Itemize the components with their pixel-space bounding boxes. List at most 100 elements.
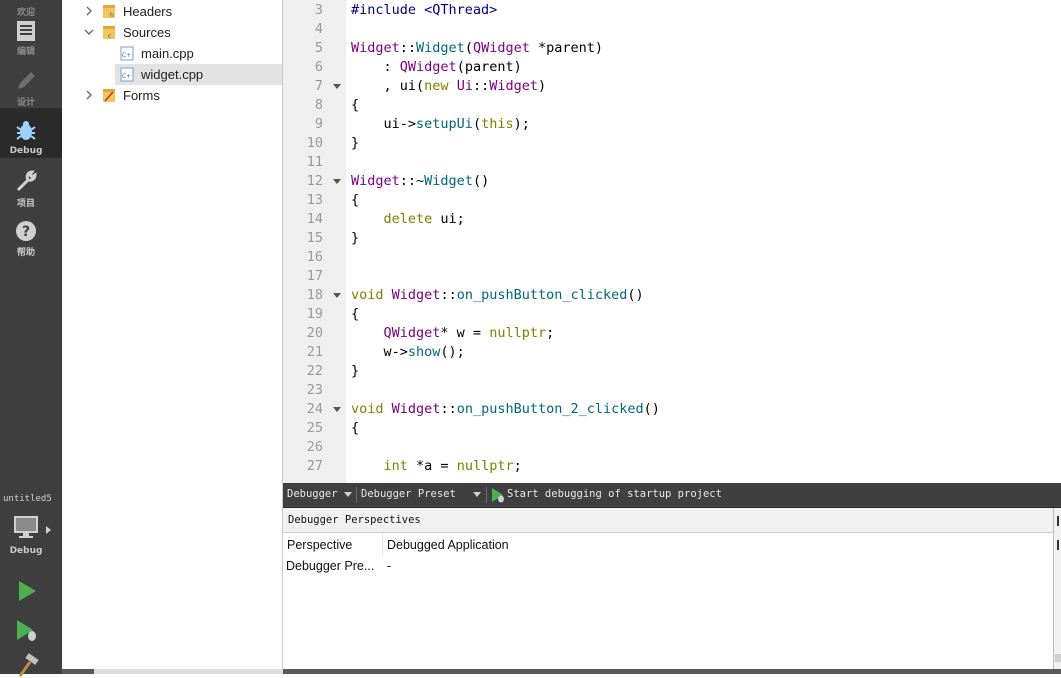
- code-token: ui;: [432, 211, 465, 227]
- debugger-perspectives-panel: Debugger Perspectives Perspective Debugg…: [283, 508, 1053, 669]
- code-line[interactable]: , ui(new Ui::Widget): [351, 77, 547, 96]
- debugger-preset-key: Debugger Pre...: [286, 559, 375, 573]
- tree-item-headers[interactable]: h Headers: [62, 1, 282, 22]
- code-line[interactable]: void Widget::on_pushButton_clicked(): [351, 286, 644, 305]
- code-line[interactable]: Widget::~Widget(): [351, 172, 489, 191]
- line-number: 9: [314, 116, 323, 132]
- line-number: 7: [314, 78, 323, 94]
- svg-text:?: ?: [22, 224, 30, 240]
- code-token: nullptr: [489, 325, 547, 341]
- code-token: QWidget: [399, 59, 457, 75]
- line-number: 12: [306, 173, 323, 189]
- debugger-preset-value[interactable]: -: [387, 559, 391, 573]
- fold-arrow-icon[interactable]: [333, 84, 341, 89]
- code-line[interactable]: {: [351, 305, 359, 324]
- code-token: ): [538, 78, 547, 94]
- code-line[interactable]: void Widget::on_pushButton_2_clicked(): [351, 400, 660, 419]
- line-number: 17: [306, 268, 323, 284]
- code-line[interactable]: : QWidget(parent): [351, 58, 522, 77]
- code-line[interactable]: delete ui;: [351, 210, 465, 229]
- line-number: 26: [306, 439, 323, 455]
- mode-design[interactable]: 设计: [0, 64, 62, 112]
- code-line[interactable]: QWidget* w = nullptr;: [351, 324, 555, 343]
- code-token: Widget: [391, 287, 441, 303]
- mode-help[interactable]: ? 帮助: [0, 214, 62, 262]
- line-number: 5: [314, 40, 323, 56]
- code-editor[interactable]: 3 4 5 6 7 8 9 10 11 12 13 14 15 16 17 18 19 20 21 22 23 24 25 2…: [283, 0, 1061, 483]
- chevron-right-icon[interactable]: [84, 90, 94, 100]
- fold-arrow-icon[interactable]: [333, 179, 341, 184]
- panel-edge-mark: [1057, 540, 1059, 550]
- build-hammer-icon[interactable]: [14, 652, 40, 678]
- toolbar-separator: [356, 487, 357, 503]
- line-number: 10: [306, 135, 323, 151]
- cpp-file-icon: C+: [120, 67, 134, 82]
- tree-item-forms[interactable]: Forms: [62, 85, 282, 106]
- perspective-key: Perspective: [287, 538, 353, 552]
- chevron-down-icon[interactable]: [344, 492, 352, 497]
- code-token: ::: [440, 287, 457, 303]
- code-token: delete: [383, 211, 433, 227]
- code-token: ;: [513, 458, 522, 474]
- monitor-icon[interactable]: [12, 514, 40, 540]
- mode-help-label: 帮助: [16, 248, 35, 258]
- code-token: Widget: [489, 78, 538, 94]
- mode-edit[interactable]: 编辑: [0, 16, 62, 64]
- kit-selector-arrow-icon[interactable]: [46, 526, 51, 534]
- tree-item-label: Headers: [123, 4, 173, 19]
- run-icon[interactable]: [14, 578, 40, 604]
- mode-projects[interactable]: 项目: [0, 162, 62, 210]
- code-token: w->: [351, 344, 408, 360]
- code-token: show: [407, 344, 441, 360]
- mode-projects-label: 项目: [16, 199, 35, 209]
- tree-item-widget-cpp[interactable]: C+ widget.cpp: [115, 64, 282, 85]
- code-token: (): [627, 287, 644, 303]
- code-token: (: [472, 116, 482, 132]
- mode-edit-label: 编辑: [16, 47, 35, 57]
- code-line[interactable]: Widget::Widget(QWidget *parent): [351, 39, 603, 58]
- fold-arrow-icon[interactable]: [333, 407, 341, 412]
- code-line[interactable]: w->show();: [351, 343, 465, 362]
- code-line[interactable]: }: [351, 229, 359, 248]
- chevron-down-icon[interactable]: [473, 492, 481, 497]
- wrench-icon: [16, 170, 37, 192]
- chevron-right-icon[interactable]: [84, 6, 94, 16]
- edit-document-icon: [17, 21, 35, 41]
- tree-item-main-cpp[interactable]: C+ main.cpp: [62, 43, 282, 64]
- code-token: {: [351, 420, 360, 436]
- code-token: Widget: [351, 40, 400, 56]
- bug-icon: [16, 121, 36, 140]
- cpp-file-icon: C+: [120, 46, 134, 61]
- tree-item-label: widget.cpp: [141, 67, 204, 82]
- code-line[interactable]: ui->setupUi(this);: [351, 115, 530, 134]
- scrollbar-handle[interactable]: [1055, 654, 1061, 662]
- line-number: 3: [314, 2, 323, 18]
- start-debugging-icon[interactable]: [491, 487, 505, 503]
- chevron-down-icon[interactable]: [84, 27, 94, 37]
- debugger-preset-select[interactable]: Debugger Preset: [361, 488, 456, 500]
- code-line[interactable]: {: [351, 191, 359, 210]
- svg-text:C+: C+: [122, 52, 131, 59]
- debugger-toolbar: Debugger Debugger Preset Start debugging…: [283, 483, 1061, 508]
- code-token: }: [351, 135, 360, 151]
- start-debugging-button[interactable]: Start debugging of startup project: [507, 488, 722, 500]
- code-line[interactable]: }: [351, 134, 359, 153]
- fold-arrow-icon[interactable]: [333, 293, 341, 298]
- forms-folder-icon: [103, 89, 115, 102]
- code-line[interactable]: }: [351, 362, 359, 381]
- code-line[interactable]: {: [351, 96, 359, 115]
- start-debugging-icon[interactable]: [14, 617, 40, 643]
- tree-item-sources[interactable]: c Sources: [62, 22, 282, 43]
- code-line[interactable]: #include <QThread>: [351, 1, 497, 20]
- code-line[interactable]: {: [351, 419, 359, 438]
- code-token: on_pushButton_clicked: [456, 287, 628, 303]
- code-token: , ui(: [351, 78, 425, 94]
- debugger-engine-select[interactable]: Debugger: [287, 488, 338, 500]
- line-number: 23: [306, 382, 323, 398]
- code-token: }: [351, 363, 360, 379]
- perspective-value[interactable]: Debugged Application: [387, 538, 509, 552]
- code-line[interactable]: int *a = nullptr;: [351, 457, 522, 476]
- mode-debug[interactable]: Debug: [0, 108, 62, 158]
